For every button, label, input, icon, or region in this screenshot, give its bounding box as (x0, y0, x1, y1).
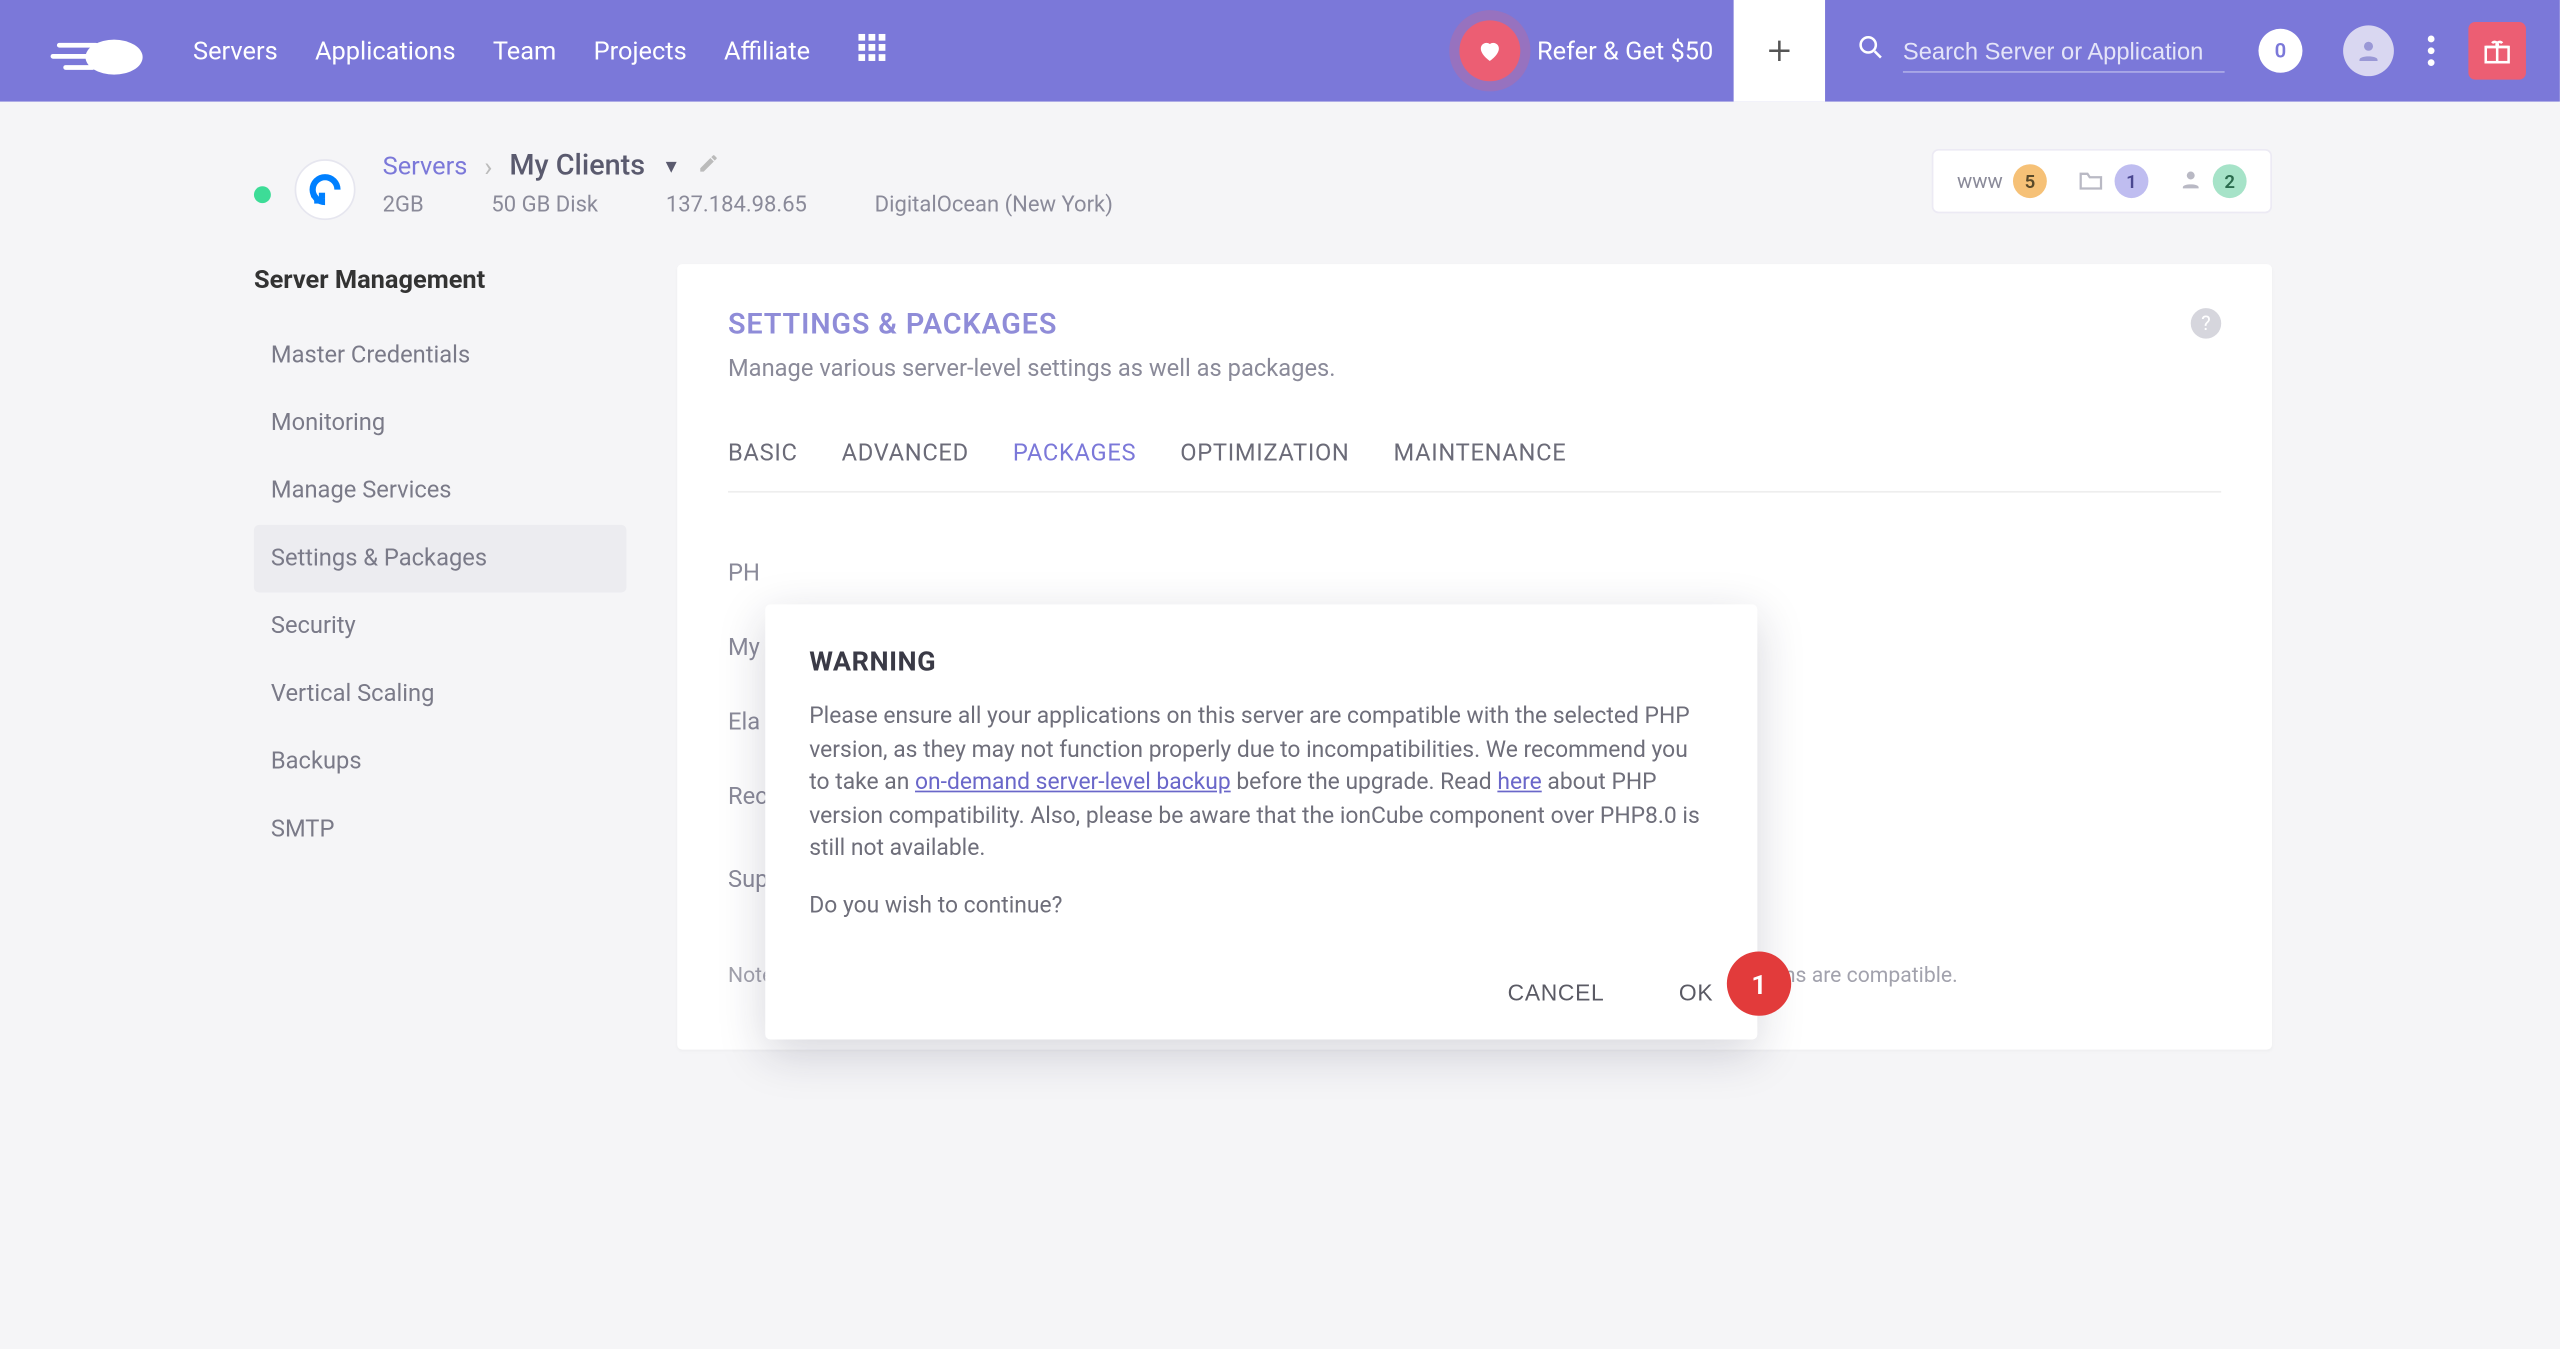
add-button[interactable] (1734, 0, 1825, 102)
refer-label: Refer & Get $50 (1537, 36, 1713, 66)
avatar[interactable] (2343, 25, 2394, 76)
sidebar-item-backups[interactable]: Backups (254, 728, 626, 796)
warning-modal: WARNING Please ensure all your applicati… (765, 604, 1757, 1040)
gift-icon[interactable] (2468, 22, 2526, 80)
tab-advanced[interactable]: ADVANCED (842, 440, 969, 491)
apps-grid-icon[interactable] (858, 34, 885, 68)
heart-icon (1459, 20, 1520, 81)
link-backup[interactable]: on-demand server-level backup (915, 769, 1231, 796)
sidebar-item-monitoring[interactable]: Monitoring (254, 389, 626, 457)
sidebar-item-manage-services[interactable]: Manage Services (254, 457, 626, 525)
nav-servers[interactable]: Servers (193, 36, 278, 66)
tab-optimization[interactable]: OPTIMIZATION (1180, 440, 1349, 491)
nav-applications[interactable]: Applications (315, 36, 456, 66)
spec-ip: 137.184.98.65 (666, 193, 807, 218)
breadcrumb-root[interactable]: Servers (383, 151, 468, 181)
panel-title: SETTINGS & PACKAGES (728, 308, 2221, 342)
nav-team[interactable]: Team (493, 36, 556, 66)
edit-icon[interactable] (697, 152, 719, 181)
nav-projects[interactable]: Projects (594, 36, 687, 66)
spec-ram: 2GB (383, 193, 424, 218)
refer-button[interactable]: Refer & Get $50 (1459, 20, 1734, 81)
notification-count[interactable]: 0 (2258, 29, 2302, 73)
modal-question: Do you wish to continue? (809, 890, 1713, 923)
sidebar-item-vertical-scaling[interactable]: Vertical Scaling (254, 660, 626, 728)
sidebar-item-security[interactable]: Security (254, 593, 626, 661)
modal-title: WARNING (809, 645, 1713, 677)
header-badges: www 5 1 2 (1932, 149, 2272, 213)
spec-disk: 50 GB Disk (491, 193, 598, 218)
sidebar: Server Management Master Credentials Mon… (254, 264, 626, 863)
sidebar-item-settings-packages[interactable]: Settings & Packages (254, 525, 626, 593)
tab-basic[interactable]: BASIC (728, 440, 798, 491)
status-indicator (254, 186, 271, 203)
folder-icon (2077, 167, 2104, 196)
package-row: PH (728, 537, 2221, 611)
ok-button[interactable]: OK (1679, 981, 1713, 1006)
topbar: Servers Applications Team Projects Affil… (0, 0, 2560, 102)
cancel-button[interactable]: CANCEL (1508, 981, 1605, 1006)
brand-logo[interactable] (47, 24, 155, 78)
badge-projects[interactable]: 1 (2077, 164, 2148, 198)
server-header: Servers › My Clients ▼ 2GB 50 GB Disk 13… (0, 102, 2560, 221)
search-input[interactable] (1903, 30, 2225, 72)
spec-provider: DigitalOcean (New York) (875, 193, 1113, 218)
more-menu-icon[interactable] (2428, 36, 2435, 66)
breadcrumb-separator: › (484, 150, 492, 182)
sidebar-item-smtp[interactable]: SMTP (254, 796, 626, 864)
sidebar-item-master-credentials[interactable]: Master Credentials (254, 322, 626, 390)
tab-packages[interactable]: PACKAGES (1013, 440, 1136, 491)
chevron-down-icon[interactable]: ▼ (662, 155, 680, 177)
panel-subtitle: Manage various server-level settings as … (728, 356, 2221, 383)
sidebar-title: Server Management (254, 264, 626, 294)
badge-users[interactable]: 2 (2179, 164, 2247, 198)
provider-icon (295, 159, 356, 220)
server-name[interactable]: My Clients (509, 149, 645, 183)
nav-affiliate[interactable]: Affiliate (724, 36, 810, 66)
search-wrap: 0 (1856, 22, 2560, 80)
search-icon[interactable] (1856, 32, 1886, 69)
tab-maintenance[interactable]: MAINTENANCE (1394, 440, 1567, 491)
topbar-nav: Servers Applications Team Projects Affil… (193, 36, 810, 66)
help-icon[interactable]: ? (2191, 308, 2221, 338)
modal-body: Please ensure all your applications on t… (809, 701, 1713, 867)
badge-www[interactable]: www 5 (1957, 164, 2047, 198)
tabs: BASIC ADVANCED PACKAGES OPTIMIZATION MAI… (728, 440, 2221, 492)
user-icon (2179, 167, 2203, 196)
link-here[interactable]: here (1497, 769, 1541, 796)
